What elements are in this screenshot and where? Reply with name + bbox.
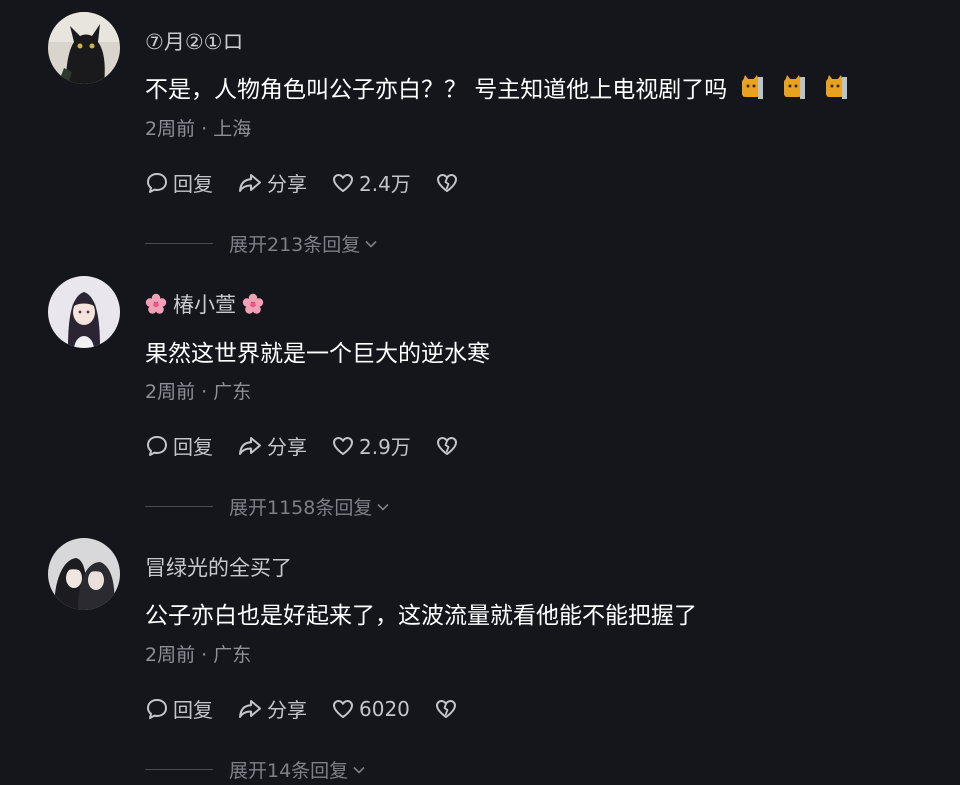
expand-label: 展开14条回复	[229, 760, 349, 782]
like-button[interactable]: 2.9万	[331, 431, 411, 460]
reply-button[interactable]: 回复	[145, 431, 213, 460]
like-button[interactable]: 6020	[331, 697, 410, 721]
like-count: 6020	[359, 696, 410, 721]
chevron-down-icon	[377, 503, 389, 511]
username-text: 冒绿光的全买了	[145, 556, 292, 580]
comment-bubble-icon	[147, 435, 167, 456]
share-label: 分享	[267, 698, 307, 722]
expand-replies-button[interactable]: 展开213条回复	[145, 230, 378, 257]
username[interactable]: ⑦月②①ロ	[145, 26, 243, 56]
comment-body: 公子亦白也是好起来了，这波流量就看他能不能把握了	[145, 603, 697, 629]
comment-body: 果然这世界就是一个巨大的逆水寒	[145, 341, 490, 367]
username-text: ⑦月②①ロ	[145, 30, 244, 54]
cat-sticker-icon	[826, 75, 848, 99]
cherry-blossom-icon	[145, 293, 167, 314]
expand-replies-button[interactable]: 展开14条回复	[145, 756, 366, 783]
username[interactable]: 冒绿光的全买了	[145, 552, 292, 582]
like-count: 2.9万	[359, 435, 411, 459]
avatar[interactable]	[48, 538, 120, 610]
share-arrow-icon	[239, 173, 261, 192]
username-text: 椿小萱	[173, 293, 236, 317]
reply-button[interactable]: 回复	[145, 168, 213, 197]
share-label: 分享	[267, 172, 307, 196]
comment-body: 不是，人物角色叫公子亦白？？ 号主知道他上电视剧了吗	[145, 77, 728, 103]
cherry-blossom-icon	[242, 293, 264, 314]
cat-sticker-icon	[784, 75, 806, 99]
reply-label: 回复	[173, 435, 213, 459]
dislike-button[interactable]	[434, 697, 458, 721]
chevron-down-icon	[365, 240, 377, 248]
comment-bubble-icon	[147, 698, 167, 719]
share-button[interactable]: 分享	[237, 431, 307, 460]
heart-icon	[333, 699, 353, 718]
comment-text: 果然这世界就是一个巨大的逆水寒	[145, 334, 490, 368]
anime-girl-avatar-icon	[48, 276, 120, 348]
broken-heart-icon	[436, 436, 457, 455]
divider-line	[145, 243, 213, 244]
expand-label: 展开213条回复	[229, 234, 361, 256]
like-count: 2.4万	[359, 172, 411, 196]
heart-icon	[333, 436, 353, 455]
divider-line	[145, 506, 213, 507]
comment-meta: 2周前 · 上海	[145, 118, 252, 140]
action-bar: 回复 分享 2.9万	[145, 431, 483, 460]
comment-meta: 2周前 · 广东	[145, 644, 252, 666]
broken-heart-icon	[435, 699, 456, 718]
avatar[interactable]	[48, 276, 120, 348]
dislike-button[interactable]	[435, 171, 459, 195]
comment-meta: 2周前 · 广东	[145, 381, 252, 403]
share-arrow-icon	[239, 436, 261, 455]
chevron-down-icon	[353, 766, 365, 774]
reply-label: 回复	[173, 698, 213, 722]
expand-label: 展开1158条回复	[229, 497, 373, 519]
share-button[interactable]: 分享	[237, 694, 307, 723]
share-button[interactable]: 分享	[237, 168, 307, 197]
comment-text: 公子亦白也是好起来了，这波流量就看他能不能把握了	[145, 596, 697, 630]
reply-button[interactable]: 回复	[145, 694, 213, 723]
share-arrow-icon	[239, 699, 261, 718]
reply-label: 回复	[173, 172, 213, 196]
share-label: 分享	[267, 435, 307, 459]
broken-heart-icon	[436, 173, 457, 192]
divider-line	[145, 769, 213, 770]
anime-couple-avatar-icon	[48, 538, 120, 610]
dislike-button[interactable]	[435, 434, 459, 458]
expand-replies-button[interactable]: 展开1158条回复	[145, 493, 390, 520]
username[interactable]: 椿小萱	[145, 289, 264, 319]
comment-text: 不是，人物角色叫公子亦白？？ 号主知道他上电视剧了吗	[145, 70, 849, 104]
heart-icon	[333, 173, 353, 192]
like-button[interactable]: 2.4万	[331, 168, 411, 197]
cat-sticker-icon	[742, 75, 764, 99]
avatar[interactable]	[48, 12, 120, 84]
comment-bubble-icon	[147, 172, 167, 193]
action-bar: 回复 分享 6020	[145, 694, 482, 723]
cat-avatar-icon	[48, 12, 120, 84]
action-bar: 回复 分享 2.4万	[145, 168, 483, 197]
